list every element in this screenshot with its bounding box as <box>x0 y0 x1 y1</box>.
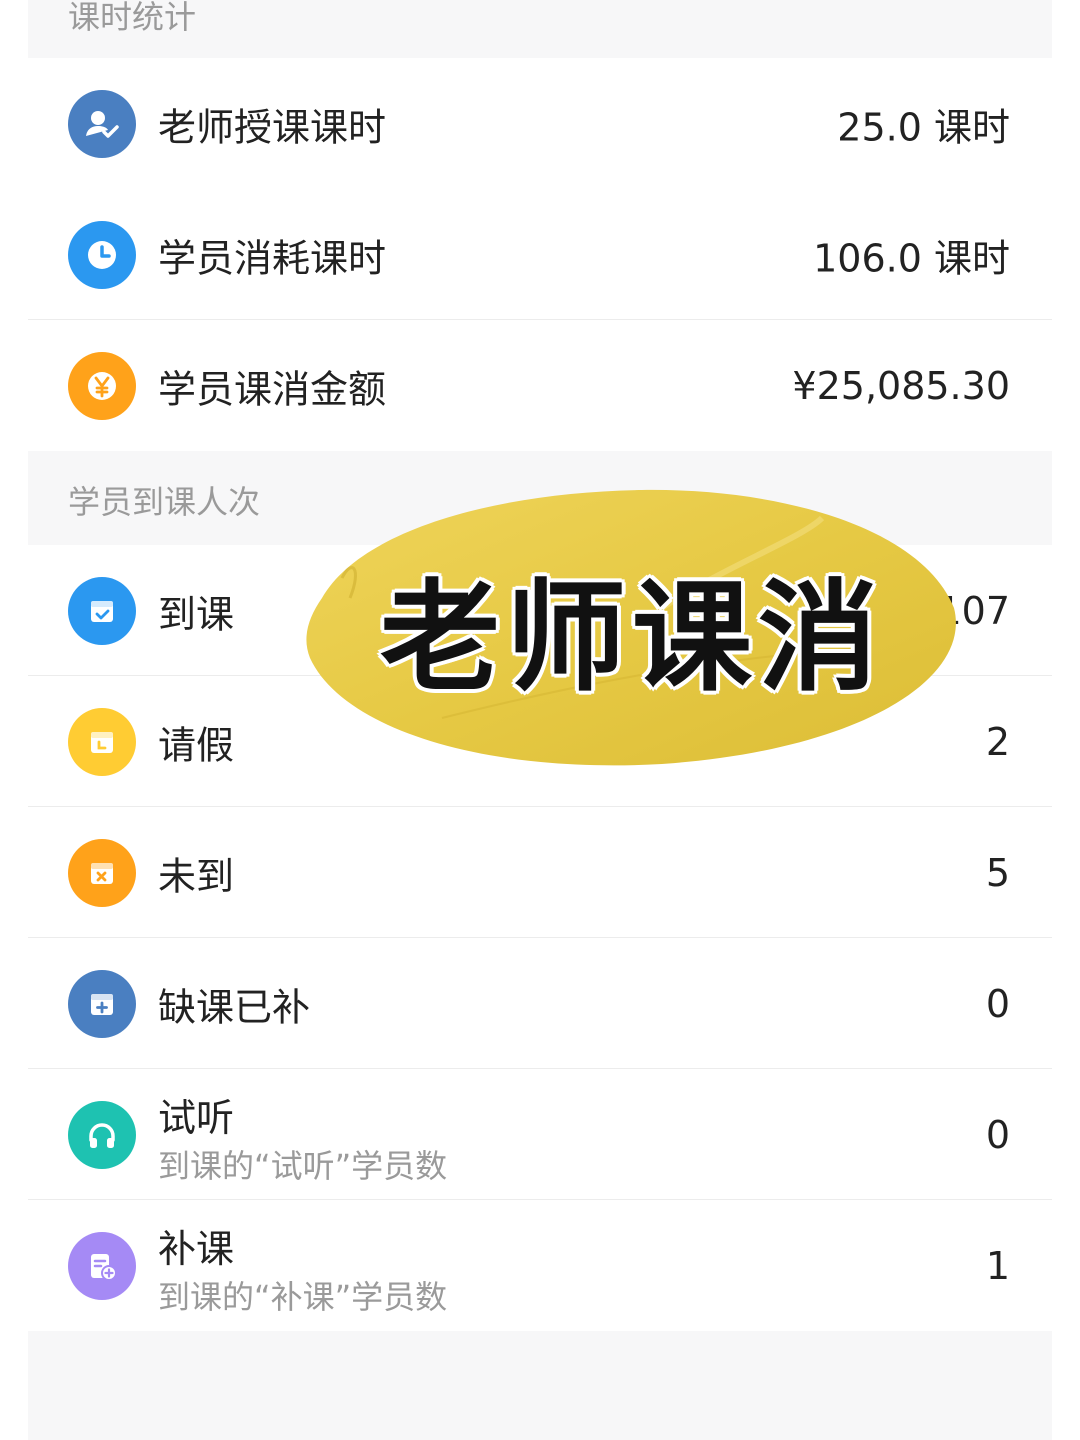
stat-label: 试听 <box>158 1096 235 1140</box>
stat-row-makeup-done[interactable]: 缺课已补 0 <box>28 938 1052 1069</box>
teacher-icon <box>68 89 136 158</box>
stat-label: 请假 <box>158 723 235 767</box>
stat-sublabel: 到课的“试听”学员数 <box>158 1147 448 1185</box>
stat-sublabel: 到课的“补课”学员数 <box>158 1278 448 1316</box>
stat-value: 0 <box>985 1112 1010 1157</box>
stat-value: 1 <box>985 1243 1010 1288</box>
stat-label: 学员课消金额 <box>158 367 387 411</box>
sticker-text: 老师课消 <box>380 569 884 708</box>
stat-value: ¥25,085.30 <box>792 363 1010 408</box>
stat-label: 到课 <box>158 592 235 636</box>
stat-value: 25.0 课时 <box>837 105 1010 149</box>
stat-row-makeup[interactable]: 补课 到课的“补课”学员数 1 <box>28 1200 1052 1331</box>
stat-label: 补课 <box>158 1227 235 1271</box>
stat-value: 5 <box>985 850 1010 895</box>
calendar-check-icon <box>68 576 136 645</box>
clock-icon <box>68 220 136 289</box>
section-header-hours: 课时统计 <box>28 0 1052 58</box>
stat-row-teacher-hours[interactable]: 老师授课课时 25.0 课时 <box>28 58 1052 189</box>
stat-row-absent[interactable]: 未到 5 <box>28 807 1052 938</box>
stat-value: 2 <box>985 719 1010 764</box>
stat-value: 0 <box>985 981 1010 1026</box>
yuan-icon <box>68 351 136 420</box>
stat-label: 学员消耗课时 <box>158 236 387 280</box>
stat-row-student-hours[interactable]: 学员消耗课时 106.0 课时 <box>28 189 1052 320</box>
stat-row-trial[interactable]: 试听 到课的“试听”学员数 0 <box>28 1069 1052 1200</box>
stat-value: 106.0 课时 <box>813 236 1010 280</box>
yellow-sticker: 老师课消 <box>302 488 962 766</box>
calendar-leave-icon <box>68 707 136 776</box>
stat-label: 缺课已补 <box>158 985 311 1029</box>
stat-row-amount[interactable]: 学员课消金额 ¥25,085.30 <box>28 320 1052 451</box>
headphones-icon <box>68 1100 136 1169</box>
section-title: 课时统计 <box>68 0 197 36</box>
makeup-class-icon <box>68 1231 136 1300</box>
footer-gray-area <box>28 1331 1052 1440</box>
calendar-plus-icon <box>68 969 136 1038</box>
stat-label: 老师授课课时 <box>158 105 387 149</box>
calendar-x-icon <box>68 838 136 907</box>
stat-label: 未到 <box>158 854 235 898</box>
section-title: 学员到课人次 <box>68 483 261 521</box>
